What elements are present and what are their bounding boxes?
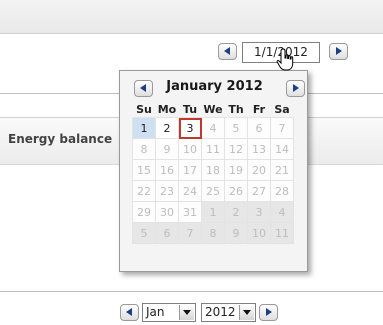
calendar-day[interactable]: 23 xyxy=(155,180,179,202)
calendar-day[interactable]: 3 xyxy=(247,201,271,223)
calendar-day[interactable]: 11 xyxy=(201,138,225,160)
calendar-day[interactable]: 9 xyxy=(155,138,179,160)
calendar-day[interactable]: 17 xyxy=(178,159,202,181)
calendar-popup: January 2012 Su Mo Tu We Th Fr Sa 1 2 3 4 5 6 7 8 9 10 1… xyxy=(119,70,308,272)
weekday-header-row: Su Mo Tu We Th Fr Sa xyxy=(133,102,294,118)
calendar-month-title: January 2012 xyxy=(166,79,263,94)
weekday-label: Su xyxy=(136,103,152,116)
top-toolbar xyxy=(0,0,383,34)
year-select[interactable]: 2012 xyxy=(201,303,256,322)
calendar-day[interactable]: 1 xyxy=(132,117,156,139)
calendar-day[interactable]: 7 xyxy=(270,117,294,139)
calendar-day[interactable]: 19 xyxy=(224,159,248,181)
calendar-day[interactable]: 10 xyxy=(178,138,202,160)
calendar-day[interactable]: 11 xyxy=(270,222,294,244)
calendar-day[interactable]: 6 xyxy=(155,222,179,244)
calendar-day[interactable]: 12 xyxy=(224,138,248,160)
calendar-day[interactable]: 1 xyxy=(201,201,225,223)
calendar-week-row: 1234567 xyxy=(132,117,294,139)
calendar-day[interactable]: 30 xyxy=(155,201,179,223)
bottom-divider xyxy=(0,291,383,292)
calendar-day[interactable]: 16 xyxy=(155,159,179,181)
energy-balance-label: Energy balance xyxy=(8,132,113,146)
calendar-day[interactable]: 25 xyxy=(201,180,225,202)
chevron-down-icon[interactable] xyxy=(179,305,194,320)
weekday-label: Sa xyxy=(274,103,290,116)
calendar-day[interactable]: 21 xyxy=(270,159,294,181)
calendar-week-row: 15 16 17 18 19 20 21 xyxy=(132,159,294,181)
chevron-right-icon xyxy=(293,84,299,92)
hand-pointer-icon xyxy=(276,48,294,71)
calendar-day[interactable]: 5 xyxy=(224,117,248,139)
weekday-label: Fr xyxy=(252,103,266,116)
calendar-day[interactable]: 14 xyxy=(270,138,294,160)
weekday-label: We xyxy=(203,103,223,116)
calendar-day[interactable]: 7 xyxy=(178,222,202,244)
calendar-day[interactable]: 26 xyxy=(224,180,248,202)
calendar-day[interactable]: 31 xyxy=(178,201,202,223)
month-select-value: Jan xyxy=(146,305,165,319)
calendar-week-row: 5 6 7 8 9 10 11 xyxy=(132,222,294,244)
calendar-day[interactable]: 28 xyxy=(270,180,294,202)
calendar-week-row: 22 23 24 25 26 27 28 xyxy=(132,180,294,202)
calendar-day[interactable]: 15 xyxy=(132,159,156,181)
calendar-day[interactable]: 8 xyxy=(201,222,225,244)
date-next-button[interactable] xyxy=(329,43,348,60)
chevron-right-icon xyxy=(336,47,342,55)
calendar-day[interactable]: 8 xyxy=(132,138,156,160)
calendar-day[interactable]: 22 xyxy=(132,180,156,202)
calendar-week-row: 29 30 31 1 2 3 4 xyxy=(132,201,294,223)
calendar-day[interactable]: 5 xyxy=(132,222,156,244)
weekday-label: Tu xyxy=(182,103,198,116)
calendar-day[interactable]: 18 xyxy=(201,159,225,181)
calendar-day[interactable]: 3 xyxy=(178,117,202,139)
chevron-down-icon[interactable] xyxy=(239,305,254,320)
date-prev-button[interactable] xyxy=(218,43,237,60)
calendar-day[interactable]: 6 xyxy=(247,117,271,139)
month-select[interactable]: Jan xyxy=(142,303,196,322)
chevron-left-icon xyxy=(126,308,132,316)
calendar-next-month-button[interactable] xyxy=(286,80,305,97)
month-prev-button[interactable] xyxy=(120,304,139,321)
weekday-label: Mo xyxy=(157,103,177,116)
calendar-day[interactable]: 4 xyxy=(201,117,225,139)
weekday-label: Th xyxy=(228,103,244,116)
month-next-button[interactable] xyxy=(259,304,278,321)
chevron-left-icon xyxy=(224,47,230,55)
chevron-right-icon xyxy=(266,308,272,316)
calendar-week-row: 8 9 10 11 12 13 14 xyxy=(132,138,294,160)
calendar-day[interactable]: 20 xyxy=(247,159,271,181)
calendar-grid: Su Mo Tu We Th Fr Sa 1 2 3 4 5 6 7 8 9 10 11 12 13 14 15 16 17… xyxy=(132,102,294,244)
year-select-value: 2012 xyxy=(205,305,236,319)
calendar-day[interactable]: 10 xyxy=(247,222,271,244)
calendar-day[interactable]: 24 xyxy=(178,180,202,202)
calendar-day[interactable]: 29 xyxy=(132,201,156,223)
calendar-day[interactable]: 2 xyxy=(224,201,248,223)
calendar-day[interactable]: 13 xyxy=(247,138,271,160)
calendar-day[interactable]: 4 xyxy=(270,201,294,223)
calendar-day[interactable]: 2 xyxy=(155,117,179,139)
calendar-day[interactable]: 27 xyxy=(247,180,271,202)
calendar-day[interactable]: 9 xyxy=(224,222,248,244)
